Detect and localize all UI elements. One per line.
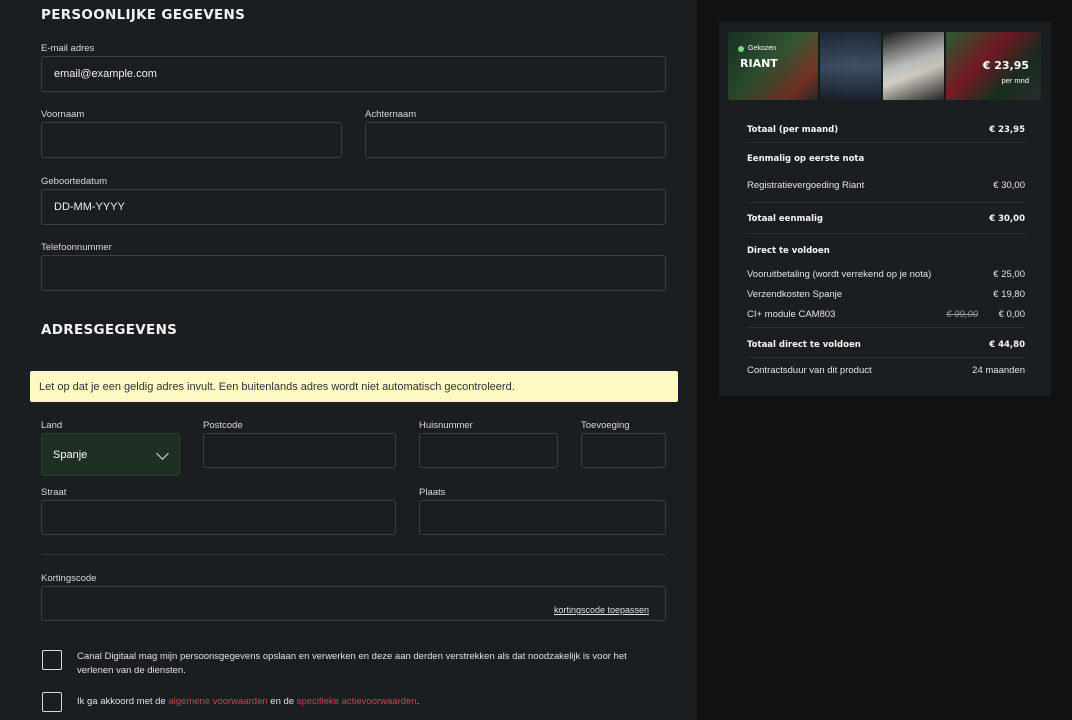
address-notice-text: Let op dat je een geldig adres invult. E… [39,380,515,393]
summary-row-total-month: Totaal (per maand) € 23,95 [747,125,1025,135]
summary-heading-once: Eenmalig op eerste nota [747,154,1025,164]
order-summary: Gekozen RIANT € 23,95 per mnd Totaal (pe… [719,22,1051,396]
birthdate-field[interactable]: DD-MM-YYYY [41,189,666,225]
total-month-label: Totaal (per maand) [747,125,839,135]
terms-checkbox[interactable] [42,692,62,712]
total-month-value: € 23,95 [989,125,1025,135]
housenumber-label: Huisnummer [419,420,473,431]
chevron-down-icon [156,447,169,460]
module-value: € 0,00 [998,309,1025,320]
direct-heading: Direct te voldoen [747,246,830,256]
housenumber-field[interactable] [419,433,558,468]
package-banner: Gekozen RIANT € 23,95 per mnd [728,32,1041,100]
summary-divider [747,327,1025,328]
contract-value: 24 maanden [972,365,1025,376]
personal-section-title: PERSOONLIJKE GEGEVENS [41,7,246,23]
privacy-text-line-1: Canal Digitaal mag mijn persoonsgegevens… [77,651,627,662]
address-section-title: ADRESGEGEVENS [41,322,178,338]
terms-consent-text: Ik ga akkoord met de algemene voorwaarde… [77,695,677,709]
addition-field[interactable] [581,433,666,468]
total-once-value: € 30,00 [989,214,1025,224]
contract-label: Contractsduur van dit product [747,365,872,376]
package-period: per mnd [1001,76,1029,85]
phone-label: Telefoonnummer [41,242,112,253]
shipping-label: Verzendkosten Spanje [747,289,843,300]
birthdate-placeholder: DD-MM-YYYY [54,201,125,213]
prepay-label: Vooruitbetaling (wordt verrekend op je n… [747,269,932,280]
summary-heading-direct: Direct te voldoen [747,246,1025,256]
lastname-field[interactable] [365,122,666,158]
address-notice: Let op dat je een geldig adres invult. E… [30,371,678,402]
city-field[interactable] [419,500,666,535]
summary-row-total-once: Totaal eenmalig € 30,00 [747,214,1025,224]
city-label: Plaats [419,487,446,498]
privacy-checkbox[interactable] [42,650,62,670]
street-label: Straat [41,487,67,498]
apply-discount-link[interactable]: kortingscode toepassen [554,605,649,615]
registration-label: Registratievergoeding Riant [747,180,865,191]
package-price: € 23,95 [982,59,1029,72]
summary-row-total-direct: Totaal direct te voldoen € 44,80 [747,340,1025,350]
summary-row-registration: Registratievergoeding Riant € 30,00 [747,180,1025,191]
birthdate-label: Geboortedatum [41,176,108,187]
country-label: Land [41,420,63,431]
summary-divider [747,142,1025,143]
postcode-field[interactable] [203,433,396,468]
terms-middle: en de [270,696,295,707]
prepay-value: € 25,00 [993,269,1025,280]
package-name: RIANT [740,57,778,70]
chosen-text: Gekozen [748,45,777,52]
registration-value: € 30,00 [993,180,1025,191]
summary-row-prepay: Vooruitbetaling (wordt verrekend op je n… [747,269,1025,280]
summary-divider [747,357,1025,358]
once-heading: Eenmalig op eerste nota [747,154,865,164]
country-select[interactable]: Spanje [41,433,180,476]
terms-suffix: . [416,696,420,707]
privacy-text-line-2: verlenen van de diensten. [77,665,186,676]
postcode-label: Postcode [203,420,243,431]
country-value: Spanje [53,448,88,461]
module-label: CI+ module CAM803 [747,309,836,320]
section-divider [41,554,666,555]
addition-label: Toevoeging [581,420,630,431]
street-field[interactable] [41,500,396,535]
general-terms-link[interactable]: algemene voorwaarden [168,696,267,707]
summary-divider [747,233,1025,234]
check-dot-icon [738,45,744,52]
action-terms-link[interactable]: specifieke actievoorwaarden [297,696,417,707]
firstname-label: Voornaam [41,109,85,120]
email-value: email@example.com [54,68,157,80]
summary-row-shipping: Verzendkosten Spanje € 19,80 [747,289,1025,300]
email-label: E-mail adres [41,43,95,54]
summary-row-contract: Contractsduur van dit product 24 maanden [747,365,1025,376]
phone-field[interactable] [41,255,666,291]
total-direct-value: € 44,80 [989,340,1025,350]
total-direct-label: Totaal direct te voldoen [747,340,861,350]
terms-prefix: Ik ga akkoord met de [77,696,166,707]
discount-label: Kortingscode [41,573,97,584]
privacy-consent-text: Canal Digitaal mag mijn persoonsgegevens… [77,650,677,678]
shipping-value: € 19,80 [993,289,1025,300]
email-field[interactable]: email@example.com [41,56,666,92]
firstname-field[interactable] [41,122,342,158]
discount-code-field[interactable]: kortingscode toepassen [41,586,666,621]
total-once-label: Totaal eenmalig [747,214,824,224]
summary-divider [747,202,1025,203]
chosen-badge: Gekozen [738,45,776,52]
summary-row-module: CI+ module CAM803 € 99,00 € 0,00 [747,309,1025,320]
lastname-label: Achternaam [365,109,417,120]
module-old-price: € 99,00 [946,309,978,320]
